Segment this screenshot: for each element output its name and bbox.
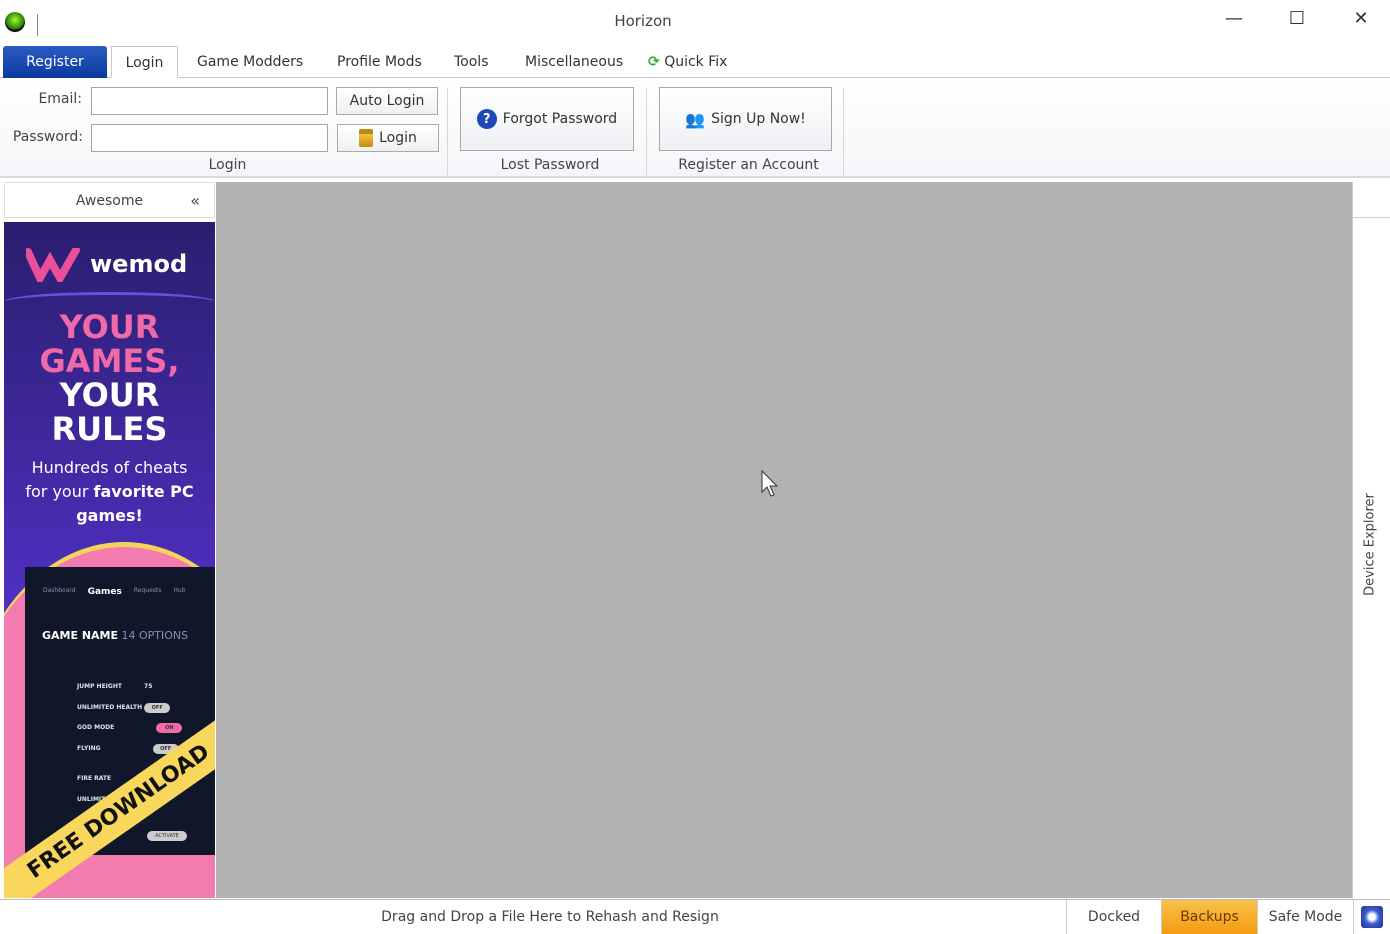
separator	[843, 88, 844, 176]
headline-line: GAMES,	[39, 342, 180, 380]
ad-brand: wemod	[90, 250, 188, 278]
mock-nav: Requests	[133, 587, 162, 594]
mock-game-name: GAME NAME	[42, 629, 119, 642]
password-input[interactable]	[91, 124, 328, 152]
mock-options: 14 OPTIONS	[121, 629, 189, 642]
mock-toggle: OFF	[144, 702, 171, 713]
tab-quick-fix[interactable]: ⟳ Quick Fix	[638, 46, 737, 78]
window-title: Horizon	[614, 12, 672, 30]
subtitle-bold: favorite PC	[93, 482, 194, 501]
ad-subtitle: Hundreds of cheats for your favorite PC …	[4, 456, 215, 528]
wemod-logo-icon	[24, 246, 82, 287]
tab-profile-mods[interactable]: Profile Mods	[327, 46, 432, 78]
mock-toggle: ON	[156, 723, 183, 733]
separator	[447, 88, 448, 176]
maximize-button[interactable]: ☐	[1277, 8, 1317, 36]
auto-login-button[interactable]: Auto Login	[336, 87, 438, 115]
collapse-button[interactable]: «	[190, 183, 200, 219]
sign-up-button[interactable]: 👥 Sign Up Now!	[659, 87, 832, 151]
panel-header	[1353, 182, 1390, 218]
login-button[interactable]: Login	[337, 124, 439, 152]
password-label: Password:	[12, 129, 83, 145]
swirl-icon	[1361, 906, 1383, 928]
login-button-label: Login	[379, 130, 417, 146]
ribbon-panel: Email: Password: Auto Login Login Login …	[0, 78, 1390, 178]
users-icon: 👥	[685, 109, 706, 129]
mouse-cursor-icon	[761, 469, 779, 502]
mock-cheat: GOD MODE	[77, 724, 115, 731]
subtitle-line: Hundreds of cheats	[31, 458, 188, 477]
headline-line: YOUR	[59, 308, 160, 346]
title-bar: Horizon — ☐ ✕	[0, 0, 1390, 44]
status-message: Drag and Drop a File Here to Rehash and …	[381, 909, 719, 925]
forgot-password-button[interactable]: ? Forgot Password	[460, 87, 634, 151]
close-button[interactable]: ✕	[1341, 8, 1381, 36]
ad-headline: YOUR GAMES, YOUR RULES	[4, 310, 215, 446]
mock-nav: Dashboard	[43, 587, 76, 594]
mock-cheat: JUMP HEIGHT	[77, 683, 122, 690]
mock-cheat: FLYING	[77, 744, 101, 752]
tab-miscellaneous[interactable]: Miscellaneous	[515, 46, 633, 78]
mock-activate: ACTIVATE	[147, 831, 187, 841]
sign-up-label: Sign Up Now!	[711, 111, 806, 127]
subtitle-line: games!	[76, 506, 143, 525]
wemod-advertisement[interactable]: wemod YOUR GAMES, YOUR RULES Hundreds of…	[4, 222, 215, 898]
settings-button[interactable]	[1353, 900, 1390, 934]
side-panel-header: Awesome «	[4, 182, 215, 218]
tab-login[interactable]: Login	[111, 46, 178, 78]
status-bar: Drag and Drop a File Here to Rehash and …	[0, 899, 1390, 934]
headline-line: YOUR	[59, 376, 160, 414]
minimize-button[interactable]: —	[1214, 8, 1254, 36]
tab-register[interactable]: Register	[3, 46, 107, 78]
safe-mode-button[interactable]: Safe Mode	[1257, 900, 1353, 934]
mock-nav: Hub	[173, 587, 186, 594]
forgot-password-label: Forgot Password	[502, 111, 618, 127]
drop-area[interactable]	[216, 182, 1352, 898]
mock-cheat: UNLIMITED HEALTH	[77, 703, 143, 711]
refresh-icon: ⟳	[648, 54, 660, 70]
backups-button[interactable]: Backups	[1161, 900, 1257, 934]
ribbon-tabs: Register Login Game Modders Profile Mods…	[0, 44, 1390, 78]
login-group-label: Login	[208, 157, 247, 173]
email-label: Email:	[38, 91, 82, 107]
mock-value: 75	[144, 683, 153, 690]
lost-password-group-label: Lost Password	[500, 157, 600, 173]
docked-button[interactable]: Docked	[1066, 900, 1161, 934]
lock-icon	[359, 129, 374, 147]
email-input[interactable]	[91, 87, 328, 115]
register-group-label: Register an Account	[678, 157, 819, 173]
device-explorer-panel: Device Explorer	[1352, 182, 1390, 898]
tab-game-modders[interactable]: Game Modders	[187, 46, 313, 78]
device-explorer-tab[interactable]: Device Explorer	[1363, 480, 1378, 610]
mock-nav: Games	[87, 587, 122, 597]
headline-line: RULES	[51, 410, 168, 448]
side-panel-title: Awesome	[75, 193, 144, 209]
tab-label: Quick Fix	[664, 54, 728, 70]
help-icon: ?	[476, 109, 497, 129]
subtitle-line: for your	[25, 482, 94, 501]
separator	[646, 88, 647, 176]
tab-tools[interactable]: Tools	[444, 46, 499, 78]
